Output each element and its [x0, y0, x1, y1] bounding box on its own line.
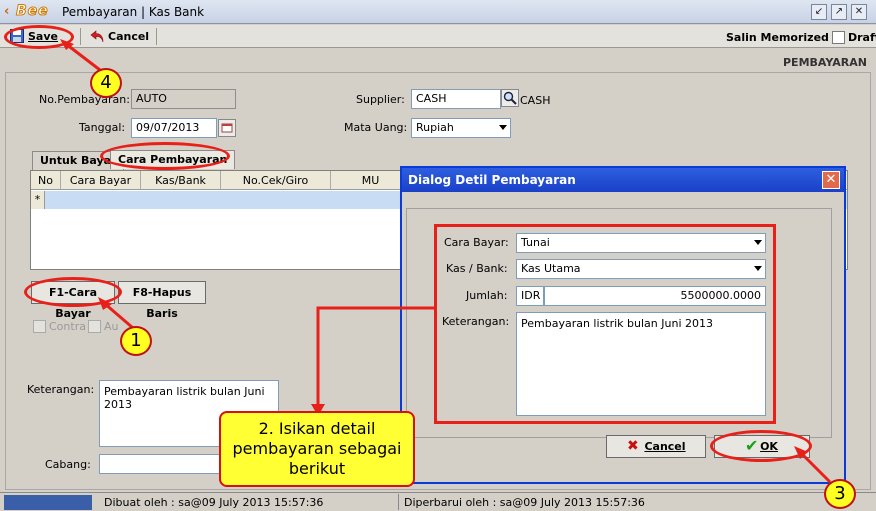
callout-4: 4	[90, 68, 122, 98]
arrow-1	[103, 301, 134, 330]
callout-1: 1	[120, 326, 152, 356]
instruction-callout: 2. Isikan detail pembayaran sebagai beri…	[219, 411, 415, 487]
arrow-4	[65, 42, 101, 72]
arrow-2	[316, 306, 436, 410]
annotation-arrows	[60, 39, 832, 484]
callout-3: 3	[824, 479, 856, 509]
arrow-3	[798, 450, 832, 484]
